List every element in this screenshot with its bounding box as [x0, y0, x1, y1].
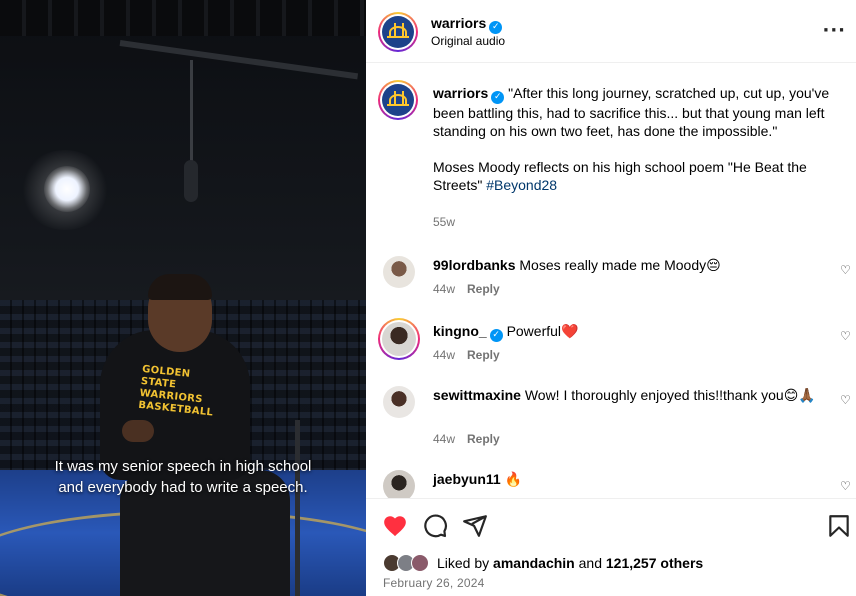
comment-body: 99lordbanks Moses really made me Moody😔: [433, 256, 823, 274]
reply-button[interactable]: Reply: [467, 282, 500, 296]
comment-avatar[interactable]: [383, 386, 415, 418]
header-username[interactable]: warriors: [431, 15, 486, 31]
ceiling-truss: [0, 0, 366, 36]
comment-time[interactable]: 44w: [433, 282, 455, 296]
studio-light: [44, 166, 90, 212]
hoodie-text: GOLDEN STATE WARRIORS BASKETBALL: [137, 363, 214, 419]
likes-summary[interactable]: Liked by amandachin and 121,257 others: [437, 555, 703, 571]
comment-username[interactable]: sewittmaxine: [433, 387, 521, 403]
comment-avatar[interactable]: [378, 318, 420, 360]
comment-like-icon[interactable]: ♡: [840, 264, 852, 276]
hashtag-link[interactable]: #Beyond28: [486, 177, 557, 193]
person-hair: [148, 274, 212, 300]
comment-avatar[interactable]: [383, 256, 415, 288]
post-header: warriors ✓ Original audio ···: [366, 0, 856, 63]
verified-badge-icon: ✓: [491, 91, 505, 104]
more-options-icon[interactable]: ···: [822, 20, 846, 41]
verified-badge-icon: ✓: [489, 21, 503, 34]
comment-like-icon[interactable]: ♡: [840, 480, 852, 492]
comment-text: 🔥: [504, 471, 523, 487]
person-hand: [122, 420, 154, 442]
bookmark-icon[interactable]: [826, 513, 852, 539]
comment-like-icon[interactable]: ♡: [840, 330, 852, 342]
verified-badge-icon: ✓: [489, 329, 503, 342]
video-player[interactable]: GOLDEN STATE WARRIORS BASKETBALL It was …: [0, 0, 366, 596]
post-caption: warriors ✓ "After this long journey, scra…: [433, 84, 841, 194]
post-date[interactable]: February 26, 2024: [383, 576, 484, 590]
comment-meta: 44w Reply: [433, 348, 500, 362]
comment-like-icon[interactable]: ♡: [840, 394, 852, 406]
post-actions: Liked by amandachin and 121,257 others F…: [366, 498, 856, 596]
subtitle-line-1: It was my senior speech in high school: [54, 458, 312, 475]
comment-meta: 44w Reply: [433, 282, 500, 296]
comment-text: Wow! I thoroughly enjoyed this!!thank yo…: [524, 387, 816, 403]
comment-body: kingno_ ✓ Powerful❤️: [433, 322, 823, 342]
comment-body: jaebyun11 🔥: [433, 470, 823, 488]
video-subtitle: It was my senior speech in high school a…: [20, 456, 346, 498]
mic-stand: [190, 60, 193, 170]
caption-username[interactable]: warriors: [433, 85, 488, 101]
header-username-row: warriors ✓: [431, 15, 503, 34]
profile-avatar[interactable]: [378, 12, 418, 52]
comment-text: Powerful❤️: [506, 323, 579, 339]
comment-text: Moses really made me Moody😔: [519, 257, 721, 273]
comment-username[interactable]: jaebyun11: [433, 471, 501, 487]
liker-avatar: [411, 554, 429, 572]
paper-plane-icon[interactable]: [462, 513, 488, 539]
boom-arm: [119, 40, 359, 80]
warriors-logo: [382, 16, 414, 48]
subtitle-line-2: and everybody had to write a speech.: [58, 479, 308, 496]
heart-filled-icon[interactable]: [382, 513, 408, 539]
comment-avatar[interactable]: [383, 470, 415, 498]
post-panel: warriors ✓ Original audio ··· warriors ✓ "…: [366, 0, 856, 596]
comment-icon[interactable]: [422, 513, 448, 539]
comment-username[interactable]: kingno_: [433, 323, 487, 339]
likes-and: and: [578, 555, 602, 571]
comment-meta: 44w Reply: [433, 432, 500, 446]
reply-button[interactable]: Reply: [467, 348, 500, 362]
caption-avatar[interactable]: [378, 80, 418, 120]
likes-prefix: Liked by: [437, 555, 490, 571]
caption-timestamp[interactable]: 55w: [433, 215, 455, 229]
reply-button[interactable]: Reply: [467, 432, 500, 446]
comment-time[interactable]: 44w: [433, 348, 455, 362]
liker-username[interactable]: amandachin: [493, 555, 575, 571]
comment-username[interactable]: 99lordbanks: [433, 257, 515, 273]
boom-microphone: [184, 160, 198, 202]
comment-body: sewittmaxine Wow! I thoroughly enjoyed t…: [433, 386, 823, 404]
warriors-logo: [382, 84, 414, 116]
comment-time[interactable]: 44w: [433, 432, 455, 446]
comments-scroll[interactable]: warriors ✓ "After this long journey, scra…: [366, 64, 856, 498]
likes-count[interactable]: 121,257 others: [606, 555, 703, 571]
original-audio-link[interactable]: Original audio: [431, 34, 505, 48]
